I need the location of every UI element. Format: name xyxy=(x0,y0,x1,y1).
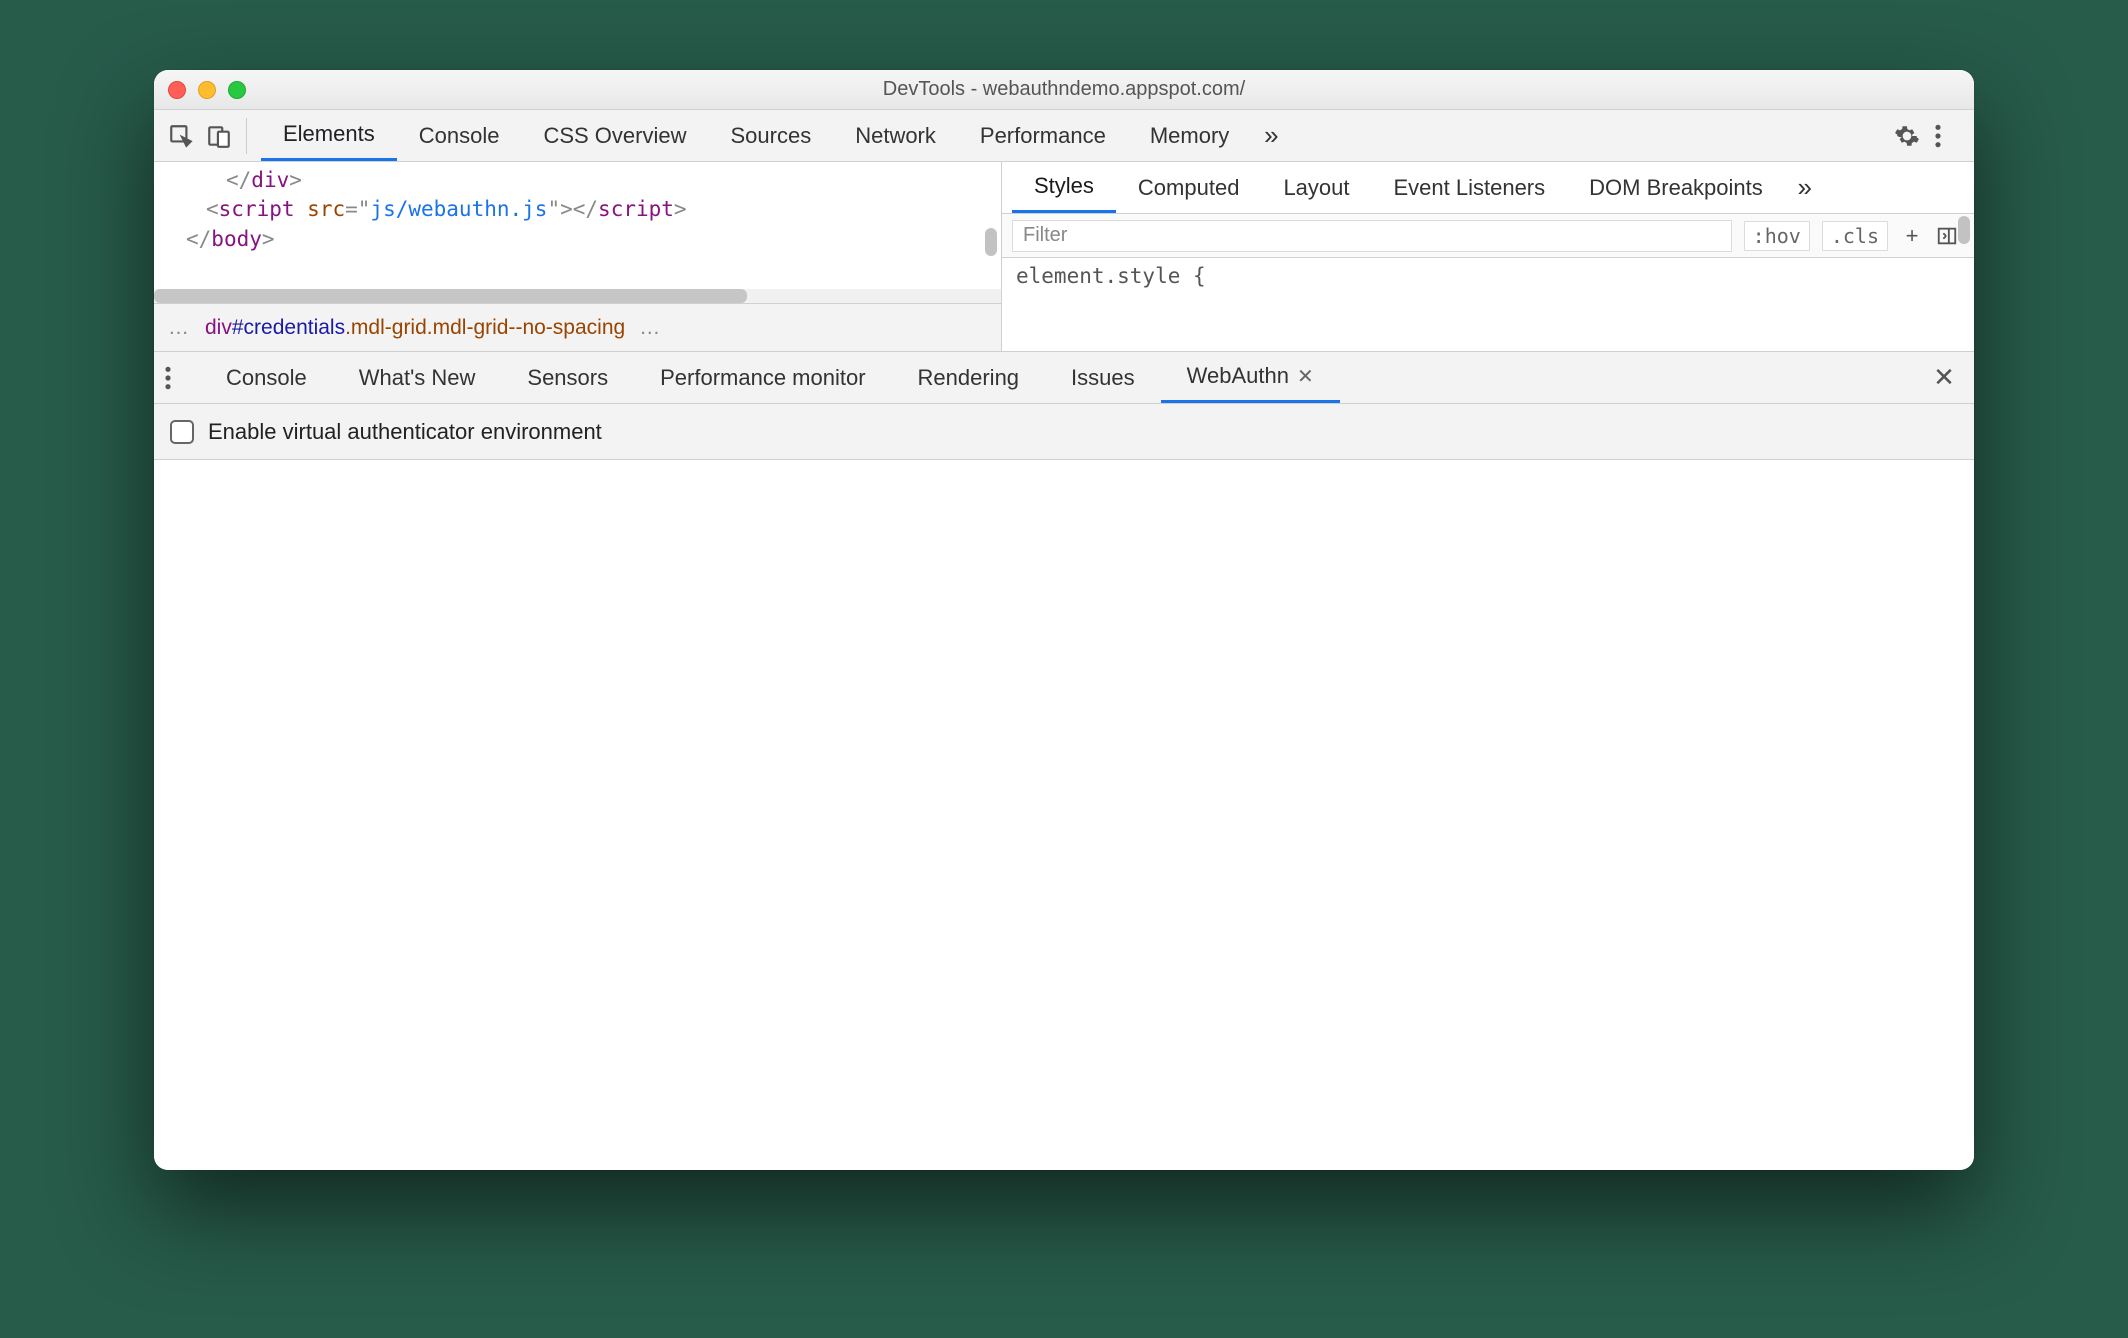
styles-filter-input[interactable] xyxy=(1012,220,1732,252)
vertical-scrollbar-thumb[interactable] xyxy=(985,228,997,256)
main-menu-kebab-icon[interactable] xyxy=(1934,123,1964,149)
drawer-close-icon[interactable]: ✕ xyxy=(1924,362,1964,393)
toggle-hover-button[interactable]: :hov xyxy=(1744,221,1810,251)
breadcrumb-node[interactable]: div#credentials.mdl-grid.mdl-grid--no-sp… xyxy=(205,316,625,340)
tabs-overflow-icon[interactable]: » xyxy=(1251,120,1291,151)
drawer-tab-webauthn[interactable]: WebAuthn ✕ xyxy=(1161,352,1340,403)
elements-panel: </div> <script src="js/webauthn.js"></sc… xyxy=(154,162,1974,352)
drawer-tab-rendering[interactable]: Rendering xyxy=(892,352,1046,403)
styles-scrollbar-thumb[interactable] xyxy=(1958,216,1970,244)
drawer-tab-whats-new[interactable]: What's New xyxy=(333,352,502,403)
code-line: </div> xyxy=(226,166,1001,195)
drawer-tab-webauthn-label: WebAuthn xyxy=(1187,363,1289,389)
tab-memory[interactable]: Memory xyxy=(1128,110,1251,161)
main-tab-bar: Elements Console CSS Overview Sources Ne… xyxy=(154,110,1974,162)
close-tab-icon[interactable]: ✕ xyxy=(1297,364,1314,389)
code-line: <script src="js/webauthn.js"></script> xyxy=(206,195,1001,224)
styles-tab-event-listeners[interactable]: Event Listeners xyxy=(1372,162,1568,213)
inspect-element-icon[interactable] xyxy=(164,119,198,153)
toggle-classes-button[interactable]: .cls xyxy=(1822,221,1888,251)
drawer-tab-issues[interactable]: Issues xyxy=(1045,352,1161,403)
titlebar: DevTools - webauthndemo.appspot.com/ xyxy=(154,70,1974,110)
breadcrumb-overflow-right[interactable]: … xyxy=(639,316,662,340)
tab-network[interactable]: Network xyxy=(833,110,958,161)
element-style-rule[interactable]: element.style { xyxy=(1002,258,1974,294)
drawer-tab-performance-monitor[interactable]: Performance monitor xyxy=(634,352,891,403)
enable-virtual-authenticator-label: Enable virtual authenticator environment xyxy=(208,419,602,445)
drawer-tab-console[interactable]: Console xyxy=(200,352,333,403)
styles-tabs-overflow-icon[interactable]: » xyxy=(1785,172,1825,203)
enable-virtual-authenticator-checkbox[interactable] xyxy=(170,420,194,444)
new-style-rule-button[interactable]: + xyxy=(1898,223,1926,249)
drawer-menu-kebab-icon[interactable] xyxy=(164,365,194,391)
drawer-tab-bar: Console What's New Sensors Performance m… xyxy=(154,352,1974,404)
styles-filter-row: :hov .cls + xyxy=(1002,214,1974,258)
device-toolbar-icon[interactable] xyxy=(202,119,236,153)
tab-console[interactable]: Console xyxy=(397,110,522,161)
separator xyxy=(246,118,247,154)
dom-tree-pane: </div> <script src="js/webauthn.js"></sc… xyxy=(154,162,1002,351)
drawer-tab-sensors[interactable]: Sensors xyxy=(501,352,634,403)
code-line: </body> xyxy=(186,225,1001,254)
dom-source[interactable]: </div> <script src="js/webauthn.js"></sc… xyxy=(154,162,1001,289)
styles-tab-computed[interactable]: Computed xyxy=(1116,162,1262,213)
tab-sources[interactable]: Sources xyxy=(708,110,833,161)
styles-tab-layout[interactable]: Layout xyxy=(1261,162,1371,213)
window-title: DevTools - webauthndemo.appspot.com/ xyxy=(154,78,1974,101)
webauthn-toolbar: Enable virtual authenticator environment xyxy=(154,404,1974,460)
styles-tab-styles[interactable]: Styles xyxy=(1012,162,1116,213)
styles-tab-dom-breakpoints[interactable]: DOM Breakpoints xyxy=(1567,162,1785,213)
breadcrumb-overflow-left[interactable]: … xyxy=(168,316,191,340)
settings-gear-icon[interactable] xyxy=(1894,123,1934,149)
devtools-window: DevTools - webauthndemo.appspot.com/ Ele… xyxy=(154,70,1974,1170)
tab-css-overview[interactable]: CSS Overview xyxy=(521,110,708,161)
styles-tab-bar: Styles Computed Layout Event Listeners D… xyxy=(1002,162,1974,214)
webauthn-content-area xyxy=(154,460,1974,1170)
horizontal-scrollbar[interactable] xyxy=(154,289,1001,303)
styles-pane: Styles Computed Layout Event Listeners D… xyxy=(1002,162,1974,351)
tab-performance[interactable]: Performance xyxy=(958,110,1128,161)
dom-breadcrumb[interactable]: … div#credentials.mdl-grid.mdl-grid--no-… xyxy=(154,303,1001,351)
tab-elements[interactable]: Elements xyxy=(261,110,397,161)
